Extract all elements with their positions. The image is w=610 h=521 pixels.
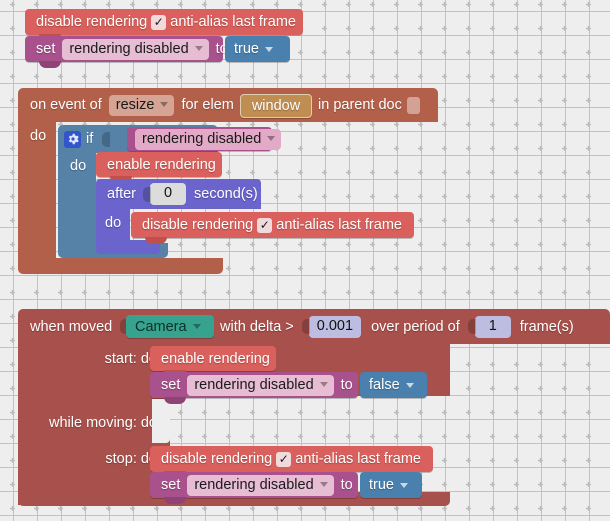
chevron-down-icon xyxy=(400,482,408,488)
to-label: to xyxy=(340,477,353,493)
disable-rendering-block[interactable]: disable rendering ✓ anti-alias last fram… xyxy=(25,9,303,41)
anti-alias-checkbox[interactable]: ✓ xyxy=(257,217,273,233)
to-label: to xyxy=(340,377,353,393)
chevron-down-icon xyxy=(192,324,201,329)
period-input[interactable]: 1 xyxy=(474,315,511,338)
enable-rendering-label: enable rendering xyxy=(161,350,270,367)
block-notch xyxy=(164,497,186,504)
condition-variable-block[interactable]: rendering disabled xyxy=(127,127,282,151)
boolean-value-block[interactable]: true xyxy=(360,472,422,498)
chevron-down-icon xyxy=(194,46,203,51)
seconds-input[interactable]: 0 xyxy=(150,183,187,205)
enable-rendering-block[interactable]: enable rendering xyxy=(150,346,276,377)
gear-icon[interactable] xyxy=(64,130,81,148)
if-do-label-wrap: do xyxy=(58,153,98,179)
block-notch xyxy=(164,397,186,404)
target-dropdown-value: Camera xyxy=(135,318,187,335)
boolean-dropdown-value: false xyxy=(369,377,400,393)
chevron-down-icon xyxy=(319,382,328,387)
variable-dropdown-value: rendering disabled xyxy=(69,40,189,57)
for-elem-label: for elem xyxy=(181,97,234,113)
enable-rendering-label: enable rendering xyxy=(107,156,216,173)
when-moved-params: with delta > 0.001 over period of 1 fram… xyxy=(220,309,600,344)
element-window-label: window xyxy=(251,98,301,114)
after-label: after xyxy=(107,186,137,202)
set-variable-block[interactable]: set rendering disabled to xyxy=(150,372,369,404)
anti-alias-checkbox[interactable]: ✓ xyxy=(276,451,292,467)
anti-alias-label: anti-alias last frame xyxy=(170,14,296,30)
element-window-block[interactable]: window xyxy=(240,94,312,118)
delta-socket xyxy=(301,317,311,336)
in-parent-doc-label: in parent doc xyxy=(318,97,402,113)
variable-dropdown[interactable]: rendering disabled xyxy=(62,38,209,60)
target-dropdown[interactable]: Camera xyxy=(135,318,201,336)
boolean-value-block[interactable]: false xyxy=(360,372,427,398)
disable-rendering-label: disable rendering xyxy=(161,451,273,467)
boolean-dropdown[interactable]: true xyxy=(369,476,408,494)
boolean-dropdown-value: true xyxy=(369,477,394,493)
variable-dropdown-value: rendering disabled xyxy=(194,376,314,393)
with-delta-label: with delta > xyxy=(220,318,294,335)
disable-rendering-label: disable rendering xyxy=(142,217,254,233)
set-label: set xyxy=(161,477,181,493)
period-socket xyxy=(467,317,477,336)
set-label: set xyxy=(161,377,181,393)
block-notch xyxy=(39,61,61,68)
do-label: do xyxy=(70,158,87,174)
blockly-workspace[interactable]: disable rendering ✓ anti-alias last fram… xyxy=(0,0,610,521)
variable-dropdown-value: rendering disabled xyxy=(194,476,314,493)
target-object-block[interactable]: Camera xyxy=(126,315,214,338)
while-moving-slot-label: while moving: do xyxy=(49,415,157,431)
event-dropdown-value: resize xyxy=(115,96,155,113)
on-event-block-foot xyxy=(18,258,223,274)
anti-alias-label: anti-alias last frame xyxy=(276,217,402,233)
variable-dropdown[interactable]: rendering disabled xyxy=(187,374,334,396)
after-seconds-block[interactable]: after 0 second(s) xyxy=(96,179,261,209)
chevron-down-icon xyxy=(267,136,276,141)
when-moved-label: when moved xyxy=(30,318,113,335)
enable-rendering-block[interactable]: enable rendering xyxy=(96,152,222,183)
chevron-down-icon xyxy=(265,46,273,52)
seconds-unit-label: second(s) xyxy=(194,186,258,202)
chevron-down-icon xyxy=(405,382,414,388)
parent-doc-group: in parent doc xyxy=(318,88,438,122)
set-variable-block[interactable]: set rendering disabled to xyxy=(25,36,244,68)
variable-dropdown[interactable]: rendering disabled xyxy=(187,474,334,496)
boolean-dropdown[interactable]: true xyxy=(234,40,273,58)
anti-alias-checkbox[interactable]: ✓ xyxy=(151,14,167,30)
condition-socket xyxy=(102,130,111,149)
on-event-do-label-wrap: do xyxy=(18,122,58,150)
disable-rendering-block[interactable]: disable rendering ✓ anti-alias last fram… xyxy=(131,212,414,244)
after-do-label-wrap: do xyxy=(96,210,136,236)
while-moving-empty-socket[interactable] xyxy=(152,399,170,443)
disable-rendering-label: disable rendering xyxy=(36,14,148,30)
do-label: do xyxy=(30,128,47,144)
delta-input[interactable]: 0.001 xyxy=(308,315,362,338)
boolean-value-block[interactable]: true xyxy=(225,36,290,62)
chevron-down-icon xyxy=(160,102,169,107)
block-notch xyxy=(145,237,167,244)
chevron-down-icon xyxy=(319,482,328,487)
set-label: set xyxy=(36,41,56,57)
condition-dropdown[interactable]: rendering disabled xyxy=(135,128,282,150)
while-moving-slot-label-wrap: while moving: do xyxy=(18,411,166,435)
if-label: if xyxy=(86,131,94,147)
stop-slot-label-wrap: stop: do xyxy=(18,447,166,471)
condition-dropdown-value: rendering disabled xyxy=(142,130,262,147)
boolean-dropdown-value: true xyxy=(234,41,259,57)
boolean-dropdown[interactable]: false xyxy=(369,376,414,394)
do-label: do xyxy=(105,215,122,231)
over-period-label: over period of xyxy=(371,318,460,335)
frames-unit-label: frame(s) xyxy=(519,318,574,335)
anti-alias-label: anti-alias last frame xyxy=(295,451,421,467)
event-dropdown[interactable]: resize xyxy=(108,94,175,116)
seconds-socket xyxy=(143,185,152,204)
on-event-label: on event of xyxy=(30,97,102,113)
set-variable-block[interactable]: set rendering disabled to xyxy=(150,472,369,504)
parent-doc-socket[interactable] xyxy=(406,96,420,114)
start-slot-label-wrap: start: do xyxy=(18,347,166,371)
disable-rendering-block[interactable]: disable rendering ✓ anti-alias last fram… xyxy=(150,446,433,478)
